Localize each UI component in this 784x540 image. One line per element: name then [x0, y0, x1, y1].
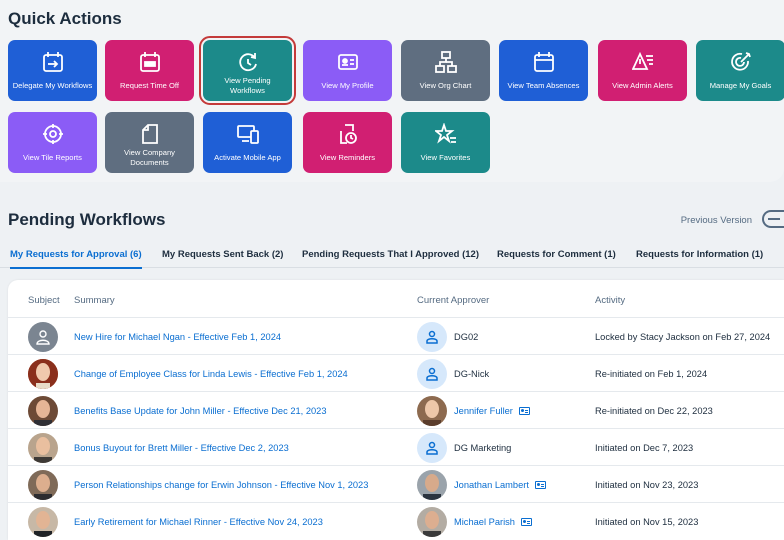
tab-pending-requests-approved[interactable]: Pending Requests That I Approved (12) — [302, 249, 479, 260]
approver-avatar — [417, 395, 447, 426]
previous-version-label: Previous Version — [680, 215, 752, 226]
tile-label: View Tile Reports — [23, 153, 82, 162]
tile-view-org-chart[interactable]: View Org Chart — [401, 40, 490, 101]
approver-name-text: Michael Parish — [454, 516, 515, 527]
tile-label: View My Profile — [321, 81, 374, 90]
activity-text: Initiated on Nov 23, 2023 — [595, 479, 699, 490]
tile-label: Activate Mobile App — [214, 153, 281, 162]
table-row[interactable]: New Hire for Michael Ngan - Effective Fe… — [8, 317, 784, 354]
document-icon — [139, 121, 161, 147]
tile-view-tile-reports[interactable]: View Tile Reports — [8, 112, 97, 173]
column-header-subject: Subject — [28, 295, 60, 306]
approver-name[interactable]: Michael Parish — [454, 503, 532, 540]
tab-my-requests-sent-back[interactable]: My Requests Sent Back (2) — [162, 249, 283, 260]
tile-view-company-documents[interactable]: View Company Documents — [105, 112, 194, 173]
tile-view-pending-workflows[interactable]: View Pending Workflows — [199, 36, 296, 105]
avatar — [28, 469, 58, 500]
tile-view-team-absences[interactable]: View Team Absences — [499, 40, 588, 101]
business-card-icon[interactable] — [534, 480, 546, 489]
activity-text: Initiated on Dec 7, 2023 — [595, 442, 694, 453]
table-row[interactable]: Person Relationships change for Erwin Jo… — [8, 465, 784, 502]
tile-delegate-my-workflows[interactable]: Delegate My Workflows — [8, 40, 97, 101]
approver-name: DG Marketing — [454, 442, 512, 453]
activity-text: Re-initiated on Feb 1, 2024 — [595, 368, 708, 379]
table-row[interactable]: Change of Employee Class for Linda Lewis… — [8, 354, 784, 391]
tab-requests-for-information[interactable]: Requests for Information (1) — [636, 249, 763, 260]
avatar — [28, 358, 58, 389]
summary-link[interactable]: Person Relationships change for Erwin Jo… — [74, 466, 368, 503]
star-list-icon — [434, 121, 457, 147]
refresh-clock-icon — [237, 49, 259, 75]
tile-label: View Org Chart — [419, 81, 472, 90]
column-header-approver: Current Approver — [417, 295, 490, 306]
table-row[interactable]: Bonus Buyout for Brett Miller - Effectiv… — [8, 428, 784, 465]
previous-version-toggle[interactable] — [762, 210, 784, 228]
quick-actions-title: Quick Actions — [8, 9, 122, 28]
approver-name: DG-Nick — [454, 368, 490, 379]
activity-text: Locked by Stacy Jackson on Feb 27, 2024 — [595, 331, 771, 342]
tile-activate-mobile-app[interactable]: Activate Mobile App — [203, 112, 292, 173]
tile-label: Request Time Off — [120, 81, 179, 90]
approver-group-icon — [417, 432, 447, 463]
avatar — [28, 321, 58, 352]
activity-text: Re-initiated on Dec 22, 2023 — [595, 405, 713, 416]
calendar-outline-icon — [533, 49, 555, 75]
calendar-icon — [139, 49, 161, 75]
summary-link[interactable]: Early Retirement for Michael Rinner - Ef… — [74, 503, 323, 540]
alert-list-icon — [631, 49, 654, 75]
crosshair-icon — [42, 121, 64, 147]
tile-view-admin-alerts[interactable]: View Admin Alerts — [598, 40, 687, 101]
business-card-icon[interactable] — [518, 406, 530, 415]
summary-link[interactable]: New Hire for Michael Ngan - Effective Fe… — [74, 318, 281, 355]
tab-my-requests-for-approval[interactable]: My Requests for Approval (6) — [10, 249, 142, 269]
mobile-desktop-icon — [236, 121, 259, 147]
tile-label: Delegate My Workflows — [12, 81, 93, 90]
table-row[interactable]: Benefits Base Update for John Miller - E… — [8, 391, 784, 428]
summary-link[interactable]: Change of Employee Class for Linda Lewis… — [74, 355, 348, 392]
tile-request-time-off[interactable]: Request Time Off — [105, 40, 194, 101]
tile-manage-my-goals[interactable]: Manage My Goals — [696, 40, 784, 101]
approver-group-icon — [417, 358, 447, 389]
approver-name-text: Jennifer Fuller — [454, 405, 513, 416]
column-header-summary: Summary — [74, 295, 115, 306]
tile-label: View Pending Workflows — [224, 76, 271, 95]
approver-avatar — [417, 506, 447, 537]
quick-actions-panel: Quick Actions Delegate My Workflows Requ… — [0, 0, 784, 182]
avatar — [28, 506, 58, 537]
column-header-activity: Activity — [595, 295, 626, 306]
delegate-workflows-icon — [42, 49, 64, 75]
workflows-table: Subject Summary Current Approver Activit… — [8, 280, 784, 540]
approver-avatar — [417, 469, 447, 500]
tile-label: View Team Absences — [507, 81, 580, 90]
reminder-icon — [337, 121, 359, 147]
tile-label: View Company Documents — [124, 148, 175, 167]
tab-requests-for-comment[interactable]: Requests for Comment (1) — [497, 249, 616, 260]
org-chart-icon — [434, 49, 457, 75]
activity-text: Initiated on Nov 15, 2023 — [595, 516, 699, 527]
tile-view-favorites[interactable]: View Favorites — [401, 112, 490, 173]
target-icon — [730, 49, 752, 75]
tile-view-my-profile[interactable]: View My Profile — [303, 40, 392, 101]
tile-view-reminders[interactable]: View Reminders — [303, 112, 392, 173]
id-card-icon — [337, 49, 359, 75]
approver-name[interactable]: Jennifer Fuller — [454, 392, 530, 429]
approver-name-text: Jonathan Lambert — [454, 479, 529, 490]
avatar — [28, 395, 58, 426]
workflow-tabs: My Requests for Approval (6) My Requests… — [0, 242, 784, 269]
pending-workflows-title: Pending Workflows — [8, 210, 166, 229]
tile-label: View Reminders — [319, 153, 376, 162]
table-row[interactable]: Early Retirement for Michael Rinner - Ef… — [8, 502, 784, 539]
tile-label: View Favorites — [420, 153, 471, 162]
tile-label: Manage My Goals — [709, 81, 772, 90]
business-card-icon[interactable] — [520, 517, 532, 526]
approver-name: DG02 — [454, 331, 479, 342]
approver-group-icon — [417, 321, 447, 352]
tile-label: View Admin Alerts — [612, 81, 673, 90]
summary-link[interactable]: Bonus Buyout for Brett Miller - Effectiv… — [74, 429, 289, 466]
summary-link[interactable]: Benefits Base Update for John Miller - E… — [74, 392, 327, 429]
avatar — [28, 432, 58, 463]
approver-name[interactable]: Jonathan Lambert — [454, 466, 546, 503]
